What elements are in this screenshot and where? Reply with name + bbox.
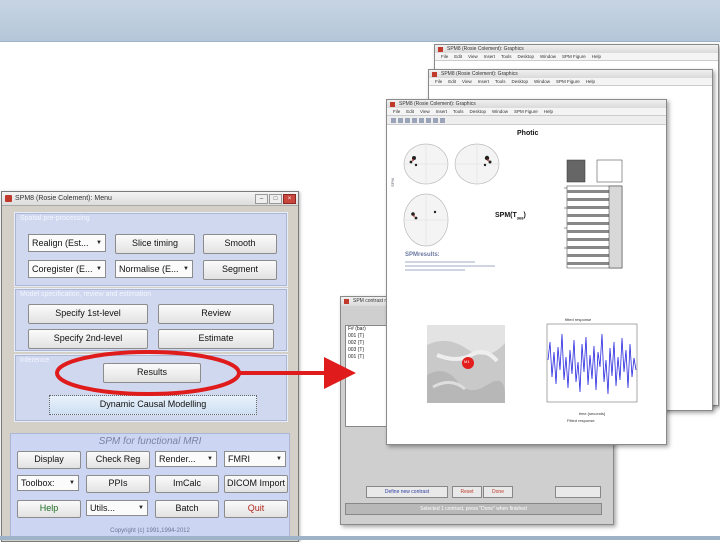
- annotation-overlay: [55, 350, 356, 396]
- slide-footer-line: [0, 536, 720, 540]
- results-highlight-ellipse: [55, 350, 241, 396]
